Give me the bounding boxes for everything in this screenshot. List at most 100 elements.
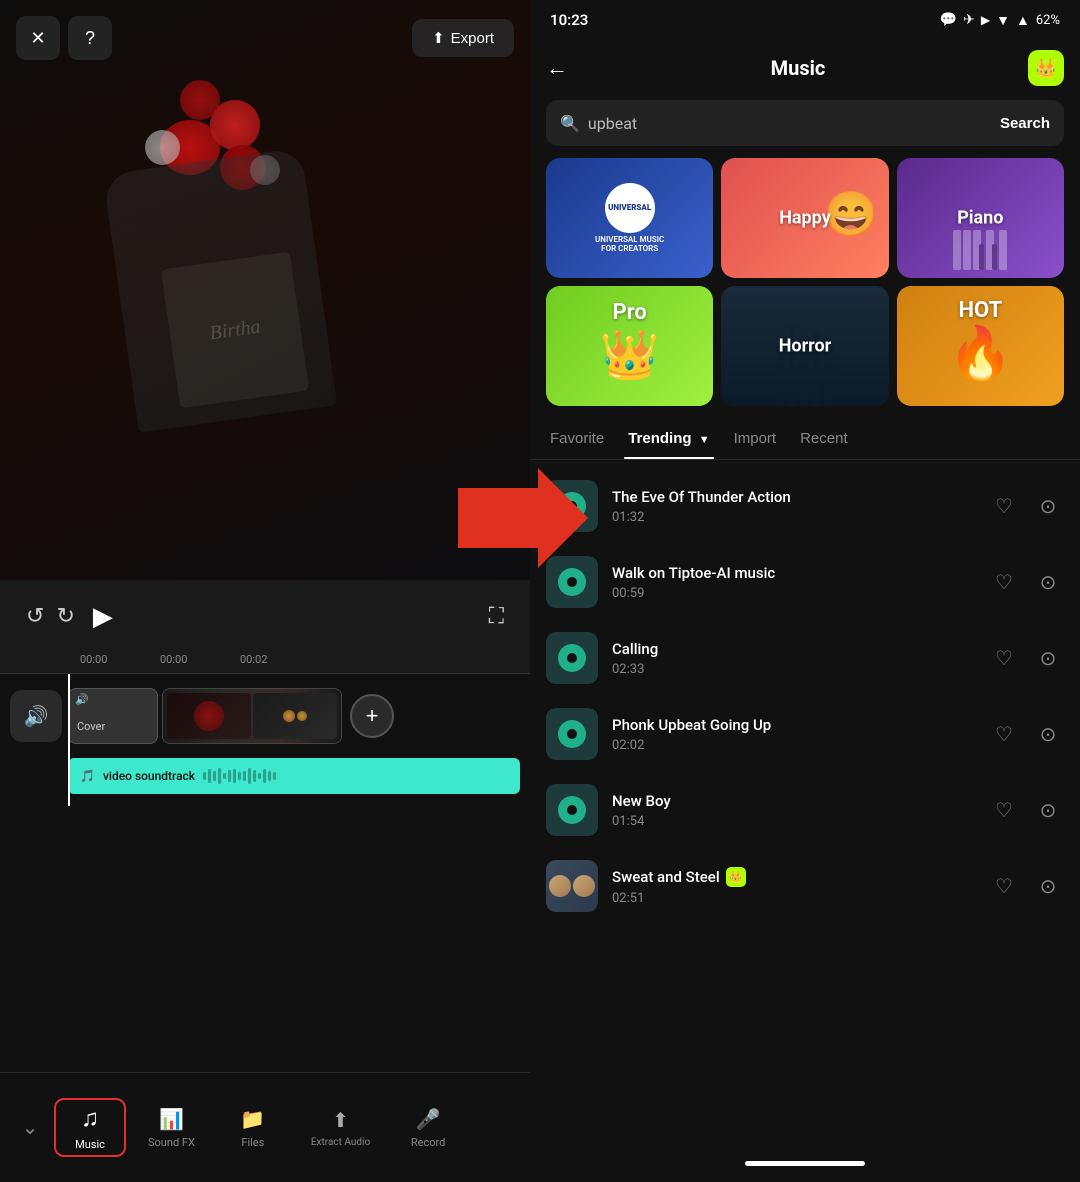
music-disc-icon [558,796,586,824]
tab-record[interactable]: 🎤 Record [388,1097,468,1159]
tab-extract-audio[interactable]: ⬆ Extract Audio [293,1098,388,1158]
close-button[interactable]: ✕ [16,16,60,60]
music-disc-icon [558,644,586,672]
record-icon: 🎤 [416,1107,441,1131]
search-input[interactable]: upbeat [588,114,992,133]
pro-label: Pro [612,300,646,325]
help-button[interactable]: ? [68,16,112,60]
export-button[interactable]: ⬆ Export [412,19,514,57]
category-happy[interactable]: Happy 😄 [721,158,888,278]
favorite-button-2[interactable]: ♡ [988,566,1020,598]
category-pro[interactable]: Pro 👑 [546,286,713,406]
tab-favorite[interactable]: Favorite [546,422,608,459]
download-button-1[interactable]: ⊙ [1032,490,1064,522]
video-clip-inner [163,689,341,743]
tab-import[interactable]: Import [730,422,781,459]
wifi-icon: ▼ [996,12,1010,29]
music-disc-icon [558,568,586,596]
soundtrack-bar[interactable]: 🎵 video soundtrack [68,758,520,794]
record-tab-label: Record [411,1136,445,1149]
tab-files[interactable]: 📁 Files [213,1097,293,1159]
music-tabs: Favorite Trending ▼ Import Recent [530,418,1080,460]
song-thumbnail-4 [546,708,598,760]
song-item[interactable]: Sweat and Steel 👑 02:51 ♡ ⊙ [530,848,1080,924]
battery-level: 62% [1036,13,1060,28]
video-clip[interactable] [162,688,342,744]
music-disc-icon [558,720,586,748]
time-current: 00:00 [80,653,160,666]
signal-icon: ▲ [1016,12,1030,29]
favorite-button-1[interactable]: ♡ [988,490,1020,522]
crown-button[interactable]: 👑 [1028,50,1064,86]
collapse-button[interactable]: ⌄ [10,1108,50,1148]
download-button-4[interactable]: ⊙ [1032,718,1064,750]
song-info-3: Calling 02:33 [612,640,974,677]
search-button[interactable]: Search [1000,115,1050,132]
song-thumbnail-1 [546,480,598,532]
music-disc-icon [558,492,586,520]
volume-button[interactable]: 🔊 [10,690,62,742]
track-clips: 🔊 Cover [68,684,530,748]
song-name-1: The Eve Of Thunder Action [612,488,974,506]
song-item[interactable]: New Boy 01:54 ♡ ⊙ [530,772,1080,848]
category-universal[interactable]: UNIVERSAL UNIVERSAL MUSICFOR CREATORS [546,158,713,278]
song-duration-1: 01:32 [612,510,974,525]
main-track-row: 🔊 🔊 Cover [0,684,530,748]
song-thumbnail-6 [546,860,598,912]
song-thumbnail-2 [546,556,598,608]
ruler-marks: 00:00 00:00 00:02 [80,653,450,666]
happy-label: Happy [779,208,831,229]
home-indicator [745,1161,865,1166]
undo-button[interactable]: ↺ [20,597,50,635]
category-horror[interactable]: Horror [721,286,888,406]
redo-button[interactable]: ↻ [50,597,80,635]
timeline-container: 🔊 🔊 Cover [0,674,530,806]
tab-recent[interactable]: Recent [796,422,852,459]
category-hot[interactable]: HOT 🔥 [897,286,1064,406]
pro-badge: 👑 [726,867,746,887]
search-icon: 🔍 [560,114,580,133]
song-name-2: Walk on Tiptoe-AI music [612,564,974,582]
pro-crown-icon: 👑 [600,326,660,383]
download-button-6[interactable]: ⊙ [1032,870,1064,902]
download-button-2[interactable]: ⊙ [1032,566,1064,598]
song-duration-2: 00:59 [612,586,974,601]
favorite-button-3[interactable]: ♡ [988,642,1020,674]
tab-soundfx[interactable]: 📊 Sound FX [130,1097,213,1159]
flame-icon: 🔥 [948,323,1013,384]
tab-music[interactable]: ♫ Music [50,1094,130,1161]
fullscreen-button[interactable]: ⛶ [483,597,510,635]
song-item[interactable]: Phonk Upbeat Going Up 02:02 ♡ ⊙ [530,696,1080,772]
search-bar[interactable]: 🔍 upbeat Search [546,100,1064,146]
download-button-3[interactable]: ⊙ [1032,642,1064,674]
favorite-button-4[interactable]: ♡ [988,718,1020,750]
song-actions-3: ♡ ⊙ [988,642,1064,674]
song-actions-6: ♡ ⊙ [988,870,1064,902]
send-icon: ✈ [963,12,975,28]
song-info-6: Sweat and Steel 👑 02:51 [612,867,974,906]
favorite-button-5[interactable]: ♡ [988,794,1020,826]
song-item[interactable]: Walk on Tiptoe-AI music 00:59 ♡ ⊙ [530,544,1080,620]
waveform [203,767,508,785]
song-info-2: Walk on Tiptoe-AI music 00:59 [612,564,974,601]
files-icon: 📁 [240,1107,265,1131]
play-button[interactable]: ▶ [81,594,125,638]
favorite-button-6[interactable]: ♡ [988,870,1020,902]
tab-trending[interactable]: Trending ▼ [624,422,713,459]
song-item[interactable]: Calling 02:33 ♡ ⊙ [530,620,1080,696]
song-list: The Eve Of Thunder Action 01:32 ♡ ⊙ Walk… [530,460,1080,1150]
song-actions-1: ♡ ⊙ [988,490,1064,522]
add-clip-button[interactable]: + [350,694,394,738]
category-grid: UNIVERSAL UNIVERSAL MUSICFOR CREATORS Ha… [546,158,1064,406]
soundtrack-label: video soundtrack [103,769,195,783]
status-time: 10:23 [550,11,588,29]
messenger-icon: 💬 [940,12,957,28]
music-tab-label: Music [75,1138,105,1151]
song-item[interactable]: The Eve Of Thunder Action 01:32 ♡ ⊙ [530,468,1080,544]
category-piano[interactable]: Piano [897,158,1064,278]
video-area: Birtha ✕ ? ⬆ Export [0,0,530,580]
cover-clip[interactable]: 🔊 Cover [68,688,158,744]
piano-label: Piano [957,208,1003,229]
download-button-5[interactable]: ⊙ [1032,794,1064,826]
back-button[interactable]: ← [546,55,568,81]
